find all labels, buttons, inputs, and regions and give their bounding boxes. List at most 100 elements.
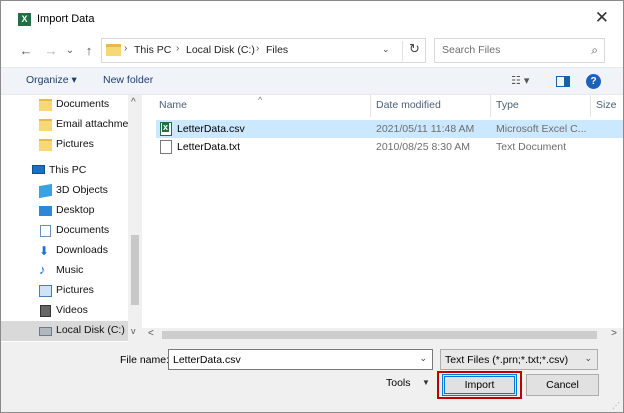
- sidebar-item-label: Documents: [56, 98, 110, 110]
- resize-grip-icon[interactable]: ⋰: [612, 401, 620, 410]
- scroll-up-icon[interactable]: ^: [131, 97, 136, 108]
- sidebar-item-label: Downloads: [56, 244, 108, 256]
- title-bar: X Import Data ✕: [1, 1, 623, 37]
- excel-icon: X: [18, 13, 31, 26]
- pictures-icon: [39, 285, 52, 297]
- sidebar-item-label: 3D Objects: [56, 184, 108, 196]
- videos-icon: [40, 305, 51, 317]
- sidebar-item-pictures[interactable]: Pictures: [1, 281, 128, 301]
- sidebar-item-local-disk[interactable]: Local Disk (C:): [1, 321, 128, 341]
- sidebar-scrollbar[interactable]: [128, 95, 142, 342]
- breadcrumb-separator-icon: ›: [124, 43, 128, 54]
- chevron-down-icon: ⌄: [584, 353, 592, 363]
- breadcrumb-this-pc[interactable]: This PC: [134, 44, 171, 56]
- navigation-pane: Documents Email attachmen Pictures This …: [1, 95, 142, 342]
- breadcrumb-separator-icon: ›: [256, 43, 260, 54]
- music-icon: ♪: [39, 262, 46, 277]
- file-type: Microsoft Excel C...: [496, 123, 587, 135]
- text-file-icon: [160, 140, 172, 154]
- excel-csv-icon: [160, 122, 172, 136]
- sidebar-item-label: Documents: [56, 224, 110, 236]
- change-view-icon[interactable]: ☷ ▾: [511, 74, 529, 87]
- search-icon: ⌕: [591, 43, 598, 57]
- address-bar[interactable]: › This PC › Local Disk (C:) › Files ⌄ ↻: [101, 38, 426, 63]
- desktop-icon: [39, 206, 52, 216]
- preview-pane-icon[interactable]: [556, 76, 570, 87]
- sidebar-item-videos[interactable]: Videos: [1, 301, 128, 321]
- breadcrumb-separator-icon: ›: [176, 43, 180, 54]
- folder-icon: [39, 119, 52, 131]
- dialog-footer: File name: LetterData.csv ⌄ Text Files (…: [1, 342, 623, 412]
- sidebar-item-label: Email attachmen: [56, 118, 128, 130]
- column-divider[interactable]: [490, 95, 491, 117]
- command-bar: Organize ▾ New folder ☷ ▾ ?: [1, 67, 623, 95]
- search-placeholder: Search Files: [442, 44, 501, 56]
- import-data-dialog: X Import Data ✕ ← → ⌄ ↑ › This PC › Loca…: [0, 0, 624, 413]
- sidebar-item-label: Desktop: [56, 204, 95, 216]
- file-list-horizontal-scrollbar[interactable]: < >: [142, 328, 623, 342]
- column-divider[interactable]: [590, 95, 591, 117]
- sidebar-item-this-pc[interactable]: This PC: [1, 161, 128, 181]
- document-icon: [40, 225, 51, 237]
- disk-icon: [39, 327, 52, 336]
- file-type: Text Document: [496, 141, 567, 153]
- file-name-field[interactable]: LetterData.csv ⌄: [168, 349, 433, 370]
- computer-icon: [32, 165, 45, 174]
- sort-ascending-icon: ^: [258, 95, 263, 105]
- organize-button[interactable]: Organize ▾: [26, 74, 77, 86]
- file-name: LetterData.txt: [177, 141, 241, 153]
- new-folder-button[interactable]: New folder: [103, 74, 153, 86]
- breadcrumb-files[interactable]: Files: [266, 44, 288, 56]
- sidebar-item-label: Music: [56, 264, 84, 276]
- tools-button[interactable]: Tools: [386, 377, 411, 389]
- import-button[interactable]: Import: [442, 374, 517, 396]
- sidebar-item-documents[interactable]: Documents: [1, 221, 128, 241]
- sidebar-item-pictures-quick[interactable]: Pictures: [1, 135, 128, 155]
- up-arrow-icon[interactable]: ↑: [81, 41, 97, 61]
- recent-locations-icon[interactable]: ⌄: [64, 41, 76, 61]
- forward-arrow-icon[interactable]: →: [42, 41, 60, 61]
- cancel-button[interactable]: Cancel: [526, 374, 599, 396]
- sidebar-item-email-attachments[interactable]: Email attachmen: [1, 115, 128, 135]
- scroll-down-icon[interactable]: v: [131, 326, 136, 336]
- chevron-down-icon[interactable]: ⌄: [419, 353, 427, 364]
- file-list: ^ Name Date modified Type Size LetterDat…: [142, 95, 623, 342]
- close-icon[interactable]: ✕: [595, 9, 609, 27]
- sidebar-item-downloads[interactable]: ⬇ Downloads: [1, 241, 128, 261]
- sidebar-item-label: Local Disk (C:): [56, 324, 125, 336]
- file-type-select[interactable]: Text Files (*.prn;*.txt;*.csv) ⌄: [440, 349, 598, 370]
- column-header-size[interactable]: Size: [596, 99, 616, 111]
- file-date: 2021/05/11 11:48 AM: [376, 123, 475, 135]
- column-header-date[interactable]: Date modified: [376, 99, 441, 111]
- file-name-label: File name:: [120, 354, 170, 366]
- column-divider[interactable]: [370, 95, 371, 117]
- sidebar-item-3d-objects[interactable]: 3D Objects: [1, 181, 128, 201]
- search-input[interactable]: Search Files ⌕: [434, 38, 605, 63]
- help-icon[interactable]: ?: [586, 74, 601, 89]
- column-header-type[interactable]: Type: [496, 99, 519, 111]
- file-name-value: LetterData.csv: [173, 354, 241, 366]
- tools-dropdown-icon[interactable]: ▼: [422, 378, 430, 387]
- scroll-right-icon[interactable]: >: [611, 328, 617, 339]
- sidebar-item-desktop[interactable]: Desktop: [1, 201, 128, 221]
- chevron-down-icon[interactable]: ⌄: [382, 44, 390, 55]
- sidebar-item-label: Pictures: [56, 284, 94, 296]
- breadcrumb-local-disk[interactable]: Local Disk (C:): [186, 44, 255, 56]
- file-type-value: Text Files (*.prn;*.txt;*.csv): [445, 354, 569, 366]
- refresh-icon[interactable]: ↻: [402, 41, 420, 61]
- back-arrow-icon[interactable]: ←: [17, 41, 35, 61]
- scrollbar-thumb[interactable]: [131, 235, 139, 305]
- folder-icon: [106, 44, 121, 56]
- column-header-name[interactable]: Name: [159, 99, 187, 111]
- sidebar-item-label: This PC: [49, 164, 87, 176]
- scrollbar-thumb[interactable]: [162, 331, 597, 339]
- file-row-letterdata-csv[interactable]: LetterData.csv 2021/05/11 11:48 AM Micro…: [156, 120, 623, 138]
- file-date: 2010/08/25 8:30 AM: [376, 141, 470, 153]
- scroll-left-icon[interactable]: <: [148, 328, 154, 339]
- download-icon: ⬇: [39, 244, 50, 258]
- sidebar-item-music[interactable]: ♪ Music: [1, 261, 128, 281]
- sidebar-item-documents-quick[interactable]: Documents: [1, 95, 128, 115]
- file-row-letterdata-txt[interactable]: LetterData.txt 2010/08/25 8:30 AM Text D…: [156, 138, 623, 156]
- file-name: LetterData.csv: [177, 123, 245, 135]
- sidebar-item-label: Videos: [56, 304, 88, 316]
